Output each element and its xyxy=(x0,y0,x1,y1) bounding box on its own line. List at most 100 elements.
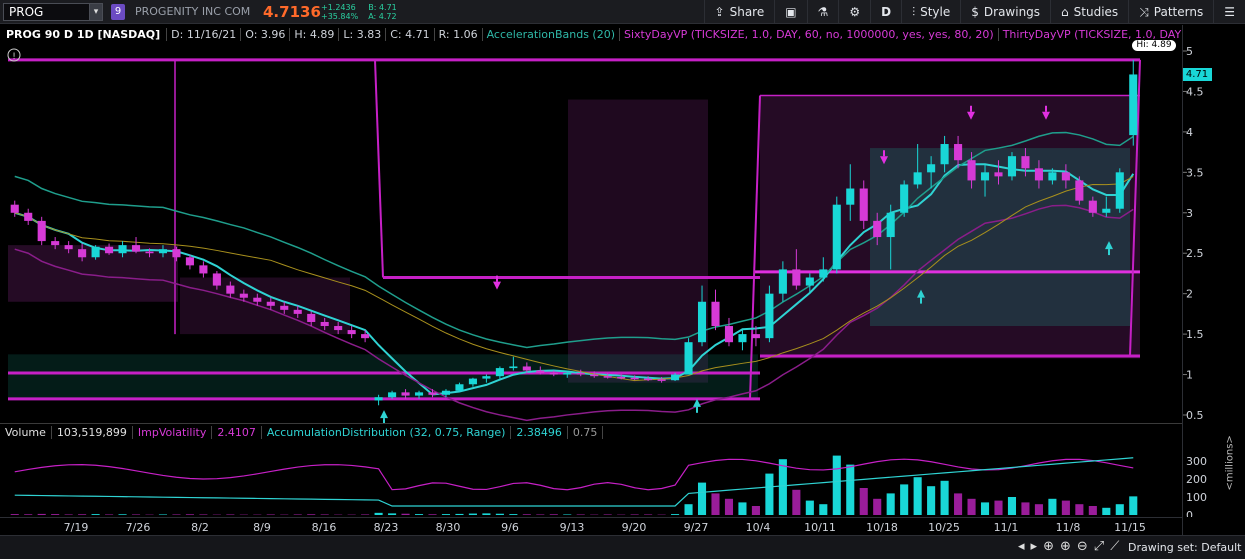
candle-body[interactable] xyxy=(1088,200,1097,213)
zoom-out-icon[interactable]: ⊖ xyxy=(1077,539,1088,554)
candle-body[interactable] xyxy=(118,245,127,254)
candle-body[interactable] xyxy=(576,372,585,375)
symbol-dropdown-button[interactable]: ▾ xyxy=(89,2,103,21)
zoom-in-icon[interactable]: ⊕ xyxy=(1060,539,1071,554)
candle-body[interactable] xyxy=(738,334,747,343)
study-sixtyday-vp[interactable]: SixtyDayVP (TICKSIZE, 1.0, DAY, 60, no, … xyxy=(620,27,999,41)
candle-body[interactable] xyxy=(684,342,693,375)
candle-body[interactable] xyxy=(158,249,168,254)
candle-body[interactable] xyxy=(671,374,680,381)
drawings-button[interactable]: $ Drawings xyxy=(960,0,1050,24)
candle-body[interactable] xyxy=(846,188,855,205)
candle-body[interactable] xyxy=(563,372,572,375)
link-group-badge[interactable]: 9 xyxy=(111,3,125,20)
candle-body[interactable] xyxy=(1102,208,1111,213)
candle-body[interactable] xyxy=(212,273,221,286)
candle-body[interactable] xyxy=(1075,180,1084,201)
candle-body[interactable] xyxy=(1007,156,1017,177)
candle-body[interactable] xyxy=(1021,156,1030,169)
candle-body[interactable] xyxy=(414,392,424,396)
accdist-label[interactable]: AccumulationDistribution (32, 0.75, Rang… xyxy=(262,426,512,439)
chart-symbol[interactable]: PROG 90 D 1D [NASDAQ] xyxy=(0,27,168,41)
candle-body[interactable] xyxy=(334,326,343,331)
candle-body[interactable] xyxy=(266,301,275,306)
candle-body[interactable] xyxy=(105,246,114,254)
candle-body[interactable] xyxy=(482,376,491,379)
volume-chart[interactable]: 3002001000 xyxy=(0,441,1245,517)
candle-body[interactable] xyxy=(954,144,963,161)
volume-label[interactable]: Volume xyxy=(0,426,52,439)
candle-body[interactable] xyxy=(778,269,787,294)
candle-body[interactable] xyxy=(913,172,922,185)
candle-body[interactable] xyxy=(805,277,814,286)
candle-body[interactable] xyxy=(751,334,760,339)
candle-body[interactable] xyxy=(455,384,464,391)
candle-body[interactable] xyxy=(603,376,612,378)
candle-body[interactable] xyxy=(900,184,909,213)
share-button[interactable]: ⇪ Share xyxy=(703,0,775,24)
candle-body[interactable] xyxy=(873,220,882,238)
studies-button[interactable]: ⌂ Studies xyxy=(1050,0,1128,24)
candle-body[interactable] xyxy=(819,269,828,278)
candle-body[interactable] xyxy=(644,378,653,381)
candle-body[interactable] xyxy=(1115,172,1124,209)
patterns-button[interactable]: ⤨ Patterns xyxy=(1128,0,1213,24)
scroll-left-icon[interactable]: ◂ xyxy=(1018,539,1025,554)
candle-body[interactable] xyxy=(792,269,801,286)
candle-body[interactable] xyxy=(886,212,895,238)
candle-body[interactable] xyxy=(199,265,208,274)
candle-body[interactable] xyxy=(980,172,990,181)
candle-body[interactable] xyxy=(967,160,976,181)
drawing-tool-icon[interactable]: ⟋ xyxy=(1110,539,1119,554)
candle-body[interactable] xyxy=(64,245,73,250)
snapshot-button[interactable]: ▣ xyxy=(774,0,806,24)
menu-button[interactable]: ☰ xyxy=(1213,0,1245,24)
candle-body[interactable] xyxy=(697,301,707,343)
candle-body[interactable] xyxy=(37,220,46,242)
candle-body[interactable] xyxy=(495,368,504,377)
candle-body[interactable] xyxy=(630,377,639,380)
scroll-right-icon[interactable]: ▸ xyxy=(1031,539,1038,554)
candle-body[interactable] xyxy=(347,330,356,335)
candle-body[interactable] xyxy=(1129,74,1138,136)
candle-body[interactable] xyxy=(320,321,329,327)
candle-body[interactable] xyxy=(293,309,302,314)
candle-body[interactable] xyxy=(131,245,141,252)
period-button[interactable]: D xyxy=(870,0,901,24)
candle-body[interactable] xyxy=(24,212,33,221)
candle-body[interactable] xyxy=(549,372,558,375)
candle-body[interactable] xyxy=(468,378,477,385)
candle-body[interactable] xyxy=(832,204,841,270)
candle-body[interactable] xyxy=(428,392,437,395)
candle-body[interactable] xyxy=(226,285,235,294)
candle-body[interactable] xyxy=(51,241,60,246)
study-thirtyday-vp[interactable]: ThirtyDayVP (TICKSIZE, 1.0, DAY, 30, no,… xyxy=(999,28,1182,41)
candle-body[interactable] xyxy=(509,366,518,369)
candle-body[interactable] xyxy=(441,390,451,395)
candle-body[interactable] xyxy=(361,334,370,339)
flask-button[interactable]: ⚗ xyxy=(806,0,839,24)
candle-body[interactable] xyxy=(1061,172,1070,181)
candle-body[interactable] xyxy=(765,293,774,339)
candle-body[interactable] xyxy=(940,144,949,165)
candle-body[interactable] xyxy=(280,305,289,310)
candle-body[interactable] xyxy=(388,392,397,398)
crosshair-icon[interactable]: ⊕ xyxy=(1043,539,1054,554)
price-chart[interactable]: 54.543.532.521.510.5 ! xyxy=(0,43,1245,423)
candle-body[interactable] xyxy=(253,297,262,302)
drawing-set-selector[interactable]: Drawing set: Default xyxy=(1128,541,1241,554)
candle-body[interactable] xyxy=(145,251,154,254)
style-button[interactable]: ⫶ Style xyxy=(901,0,960,24)
candle-body[interactable] xyxy=(859,188,868,221)
candle-body[interactable] xyxy=(617,376,626,379)
right-axis[interactable] xyxy=(1182,25,1245,535)
candle-body[interactable] xyxy=(536,370,545,373)
candle-body[interactable] xyxy=(239,293,248,298)
candle-body[interactable] xyxy=(724,326,734,343)
candle-body[interactable] xyxy=(927,164,936,173)
candle-body[interactable] xyxy=(10,204,19,213)
candle-body[interactable] xyxy=(522,366,531,371)
impvol-label[interactable]: ImpVolatility xyxy=(133,426,213,439)
candle-body[interactable] xyxy=(1034,168,1043,181)
candle-body[interactable] xyxy=(590,374,599,377)
